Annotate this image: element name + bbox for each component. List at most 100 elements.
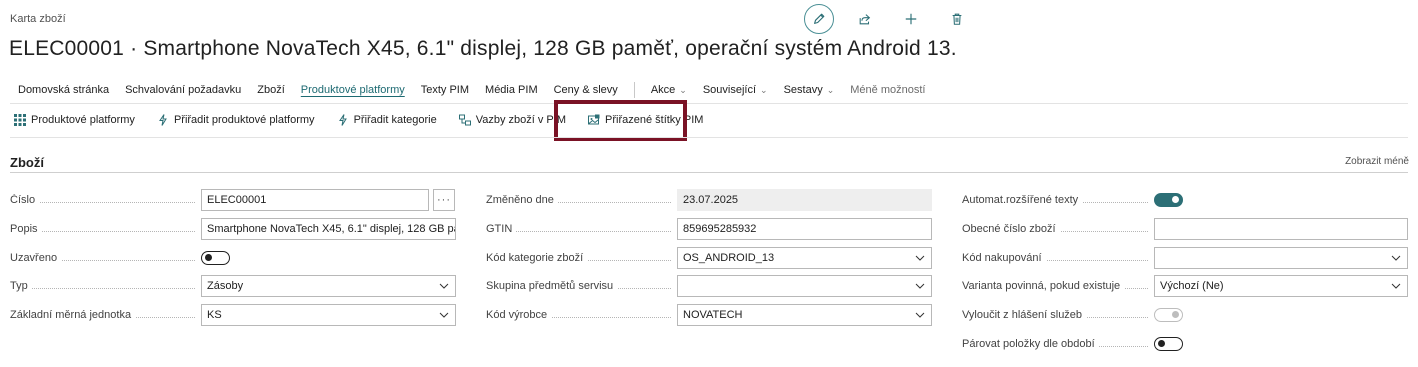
field-label: GTIN (486, 223, 677, 236)
field-row-modified: Změněno dne 23.07.2025 (486, 186, 932, 215)
label-text: Kód nakupování (962, 251, 1046, 264)
blocked-toggle[interactable] (201, 250, 230, 265)
page-title: ELEC00001 · Smartphone NovaTech X45, 6.1… (9, 37, 957, 60)
menu-item-related[interactable]: Související ⌄ (695, 81, 776, 99)
field-row-category: Kód kategorie zboží OS_ANDROID_13 (486, 243, 932, 272)
menu-item-actions[interactable]: Akce ⌄ (643, 81, 695, 99)
number-field[interactable]: ELEC00001 (201, 189, 429, 212)
category-select[interactable]: OS_ANDROID_13 (677, 246, 932, 269)
base-unit-value: KS (207, 309, 222, 322)
edit-button[interactable] (804, 4, 834, 34)
field-label: Popis (10, 223, 201, 236)
label-text: GTIN (486, 223, 517, 236)
variant-mandatory-select[interactable]: Výchozí (Ne) (1154, 275, 1408, 298)
service-group-select[interactable] (677, 275, 932, 298)
field-row-exclude-service: Vyloučit z hlášení služeb (962, 301, 1408, 330)
label-text: Obecné číslo zboží (962, 223, 1060, 236)
field-row-auto-text: Automat.rozšířené texty (962, 186, 1408, 215)
gtin-field[interactable]: 859695285932 (677, 218, 932, 241)
add-button[interactable] (896, 4, 926, 34)
breadcrumb: Karta zboží (10, 13, 66, 25)
menu-item-approval[interactable]: Schvalování požadavku (117, 81, 249, 99)
product-platforms-button[interactable]: Produktové platformy (14, 114, 135, 126)
field-row-gtin: GTIN 859695285932 (486, 215, 932, 244)
column-middle: Změněno dne 23.07.2025 GTIN 859695285932… (486, 186, 932, 329)
field-label: Kód kategorie zboží (486, 251, 677, 264)
menu-related-label: Související (702, 84, 757, 96)
label-text: Párovat položky dle období (962, 337, 1099, 350)
chevron-down-icon: ⌄ (679, 85, 687, 95)
section-title: Zboží (10, 155, 44, 170)
menu-divider (633, 82, 635, 98)
field-label: Kód výrobce (486, 309, 677, 322)
auto-extended-text-toggle[interactable] (1154, 193, 1183, 208)
menu-item-product-platforms[interactable]: Produktové platformy (293, 81, 413, 99)
field-row-type: Typ Zásoby (10, 272, 456, 301)
field-row-service-group: Skupina předmětů servisu (486, 272, 932, 301)
label-text: Kód výrobce (486, 309, 552, 322)
menu-actions-label: Akce (650, 84, 676, 96)
chevron-down-icon (1391, 255, 1401, 261)
fewer-options-button[interactable]: Méně možností (842, 81, 933, 99)
menu-item-reports[interactable]: Sestavy ⌄ (776, 81, 843, 99)
menu-item-pim-media[interactable]: Média PIM (477, 81, 546, 99)
column-general: Číslo ELEC00001 ··· Popis Smartphone Nov… (10, 186, 456, 329)
menu-item-home[interactable]: Domovská stránka (10, 81, 117, 99)
label-text: Popis (10, 223, 42, 236)
label-text: Uzavřeno (10, 251, 62, 264)
assign-categories-button[interactable]: Přiřadit kategorie (337, 114, 437, 126)
show-less-link[interactable]: Zobrazit méně (1345, 156, 1409, 167)
base-unit-select[interactable]: KS (201, 304, 456, 327)
field-label: Obecné číslo zboží (962, 223, 1154, 236)
chevron-down-icon (439, 284, 449, 290)
chevron-down-icon: ⌄ (826, 85, 835, 95)
chevron-down-icon: ⌄ (760, 85, 768, 95)
menu-item-item[interactable]: Zboží (249, 81, 293, 99)
category-value: OS_ANDROID_13 (683, 251, 775, 264)
item-links-pim-label: Vazby zboží v PIM (475, 114, 566, 126)
assign-product-platforms-button[interactable]: Přiřadit produktové platformy (157, 114, 315, 126)
assist-edit-button[interactable]: ··· (433, 189, 455, 212)
product-platforms-label: Produktové platformy (31, 114, 135, 126)
section-divider (10, 172, 1408, 173)
grid-icon (14, 114, 26, 126)
menu-item-pim-texts[interactable]: Texty PIM (413, 81, 477, 99)
description-field[interactable]: Smartphone NovaTech X45, 6.1" displej, 1… (201, 218, 456, 241)
field-row-unit: Základní měrná jednotka KS (10, 301, 456, 330)
share-button[interactable] (850, 4, 880, 34)
field-row-description: Popis Smartphone NovaTech X45, 6.1" disp… (10, 215, 456, 244)
purchasing-code-select[interactable] (1154, 246, 1408, 269)
chevron-down-icon (439, 312, 449, 318)
divider (10, 137, 1408, 138)
menu-item-prices[interactable]: Ceny & slevy (546, 81, 626, 99)
plus-icon (905, 13, 917, 25)
label-text: Základní měrná jednotka (10, 309, 136, 322)
manufacturer-value: NOVATECH (683, 309, 743, 322)
field-label: Skupina předmětů servisu (486, 280, 677, 293)
label-text: Změněno dne (486, 194, 558, 207)
item-links-pim-button[interactable]: Vazby zboží v PIM (458, 114, 566, 126)
field-label: Číslo (10, 194, 201, 207)
common-item-number-field[interactable] (1154, 218, 1408, 241)
label-text: Automat.rozšířené texty (962, 194, 1083, 207)
variant-mandatory-value: Výchozí (Ne) (1160, 280, 1224, 293)
field-row-match-period: Párovat položky dle období (962, 329, 1408, 358)
assign-product-platforms-label: Přiřadit produktové platformy (173, 114, 315, 126)
field-row-purchasing: Kód nakupování (962, 243, 1408, 272)
label-text: Skupina předmětů servisu (486, 280, 618, 293)
field-label: Změněno dne (486, 194, 677, 207)
match-by-period-toggle[interactable] (1154, 336, 1183, 351)
action-menu: Domovská stránka Schvalování požadavku Z… (10, 80, 933, 100)
trash-icon (952, 13, 962, 25)
delete-button[interactable] (942, 4, 972, 34)
label-text: Kód kategorie zboží (486, 251, 588, 264)
field-label: Varianta povinná, pokud existuje (962, 280, 1154, 293)
label-text: Číslo (10, 194, 40, 207)
field-row-blocked: Uzavřeno (10, 243, 456, 272)
field-label: Automat.rozšířené texty (962, 194, 1154, 207)
label-text: Varianta povinná, pokud existuje (962, 280, 1125, 293)
type-select[interactable]: Zásoby (201, 275, 456, 298)
column-right: Automat.rozšířené texty Obecné číslo zbo… (962, 186, 1408, 358)
manufacturer-select[interactable]: NOVATECH (677, 304, 932, 327)
lightning-icon (338, 114, 347, 126)
